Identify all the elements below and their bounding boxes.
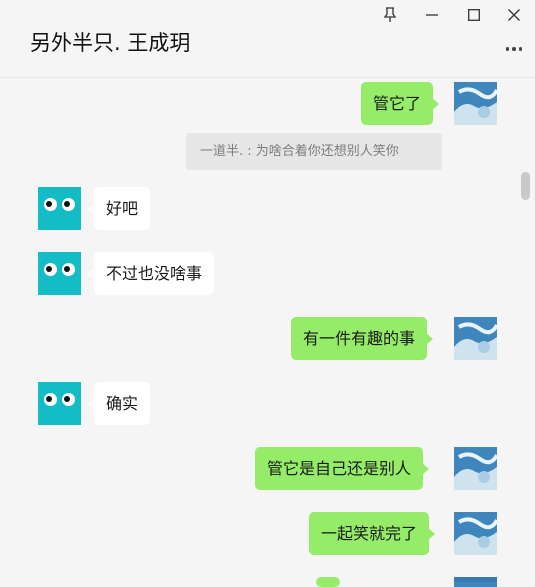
avatar-peer[interactable] xyxy=(38,252,81,295)
maximize-icon[interactable] xyxy=(462,4,486,26)
message-bubble-peer[interactable]: 好吧 xyxy=(87,187,151,230)
message-bubble-me[interactable]: 有一件有趣的事 xyxy=(291,317,434,360)
message-bubble-me[interactable]: 管它是自己还是别人 xyxy=(255,447,430,490)
scrollbar[interactable] xyxy=(521,172,530,200)
message-bubble-peer[interactable]: 确实 xyxy=(87,382,151,425)
message-bubble-peer[interactable]: 不过也没啥事 xyxy=(87,252,215,295)
message-bubble-me[interactable]: 管它了 xyxy=(361,82,440,125)
avatar-me[interactable] xyxy=(454,512,497,555)
quoted-message[interactable]: 一道半. : 为啥合着你还想别人笑你 xyxy=(186,133,442,170)
more-icon[interactable] xyxy=(501,40,527,58)
minimize-icon[interactable] xyxy=(420,4,444,26)
avatar-me[interactable] xyxy=(454,577,497,587)
avatar-me[interactable] xyxy=(454,447,497,490)
avatar-me[interactable] xyxy=(454,82,497,125)
avatar-peer[interactable] xyxy=(38,382,81,425)
message-bubble-me-partial[interactable] xyxy=(316,577,340,587)
avatar-me[interactable] xyxy=(454,317,497,360)
chat-title: 另外半只. 王成玥 xyxy=(30,31,191,55)
close-icon[interactable] xyxy=(502,4,526,26)
message-bubble-me[interactable]: 一起笑就完了 xyxy=(309,512,436,555)
pin-icon[interactable] xyxy=(378,4,402,26)
avatar-peer[interactable] xyxy=(38,187,81,230)
chat-header: 另外半只. 王成玥 xyxy=(0,0,535,78)
